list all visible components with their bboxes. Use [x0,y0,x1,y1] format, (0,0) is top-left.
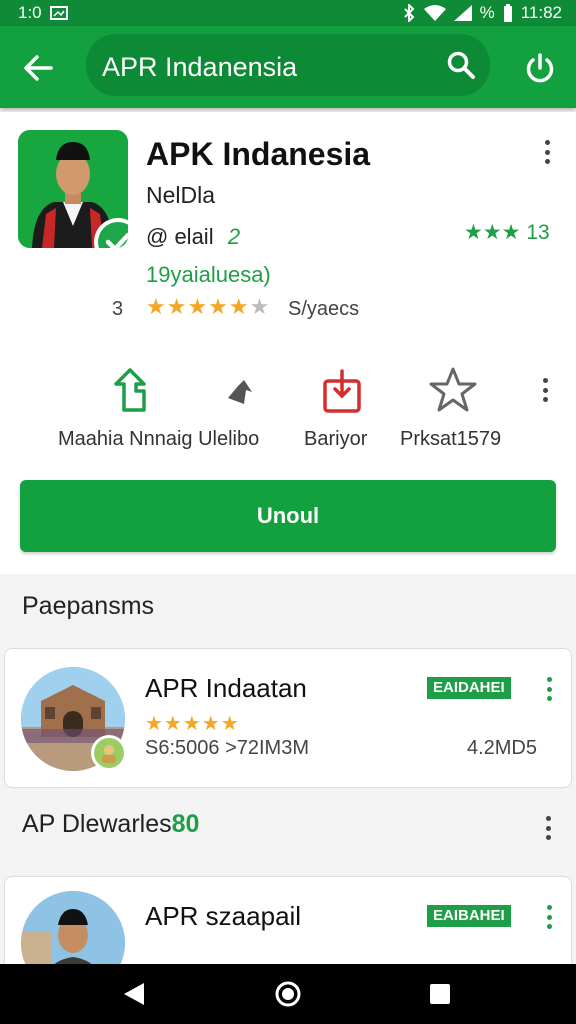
kebab-icon [546,905,552,910]
app-subtitle: 19yaialuesa) [146,262,271,287]
wishlist-button[interactable] [425,362,481,418]
rating-number: 3 [112,298,124,320]
list-item-badge: EAIDAHEI [427,677,511,699]
nav-recents-button[interactable] [424,978,456,1010]
list-item-avatar-badge [91,735,127,771]
app-rating-summary-stars: ★★★ [464,221,521,244]
bluetooth-icon [403,4,415,22]
power-button[interactable] [520,48,560,88]
rating-stars-empty: ★ [249,294,271,319]
list-item-meta: S6:5006 >72IM3M [145,737,309,759]
notification-icon [49,6,68,20]
app-rating-summary: ★★★ 13 [464,220,550,245]
status-bar: 1:0 % 11:82 [0,0,576,26]
share-button[interactable] [102,362,158,418]
action-label-bookmark[interactable]: Bariyor [304,428,367,451]
list-item-title: APR Indaatan [145,673,307,703]
star-outline-icon [429,367,477,412]
app-developer[interactable]: NelDla [146,182,215,209]
section2-name: AP Dlewarles [22,810,172,838]
bookmark-icon [323,369,361,413]
rating-stars: ★★★★★★ [146,294,270,320]
back-arrow-icon [24,55,53,81]
system-nav-bar [0,964,576,1024]
app-title: APK Indanesia [146,136,371,172]
app-rating-summary-value: 13 [526,221,550,244]
list-item-stars: ★★★★★ [145,713,240,735]
avatar-icon [102,745,116,763]
app-detail-card: APK Indanesia NelDla @ elail 2 ★★★ 13 19… [0,112,576,574]
list-item-badge: EAIBAHEI [427,905,511,927]
list-item-more-button[interactable] [539,671,559,707]
nav-home-button[interactable] [272,978,304,1010]
square-recents-icon [430,984,450,1004]
search-query: APR Indanensia [102,52,298,82]
nav-back-button[interactable] [118,978,150,1010]
battery-percent-icon: % [479,3,495,22]
status-left-text: 1:0 [18,3,42,22]
search-icon[interactable] [446,50,476,80]
back-button[interactable] [18,48,58,88]
rating-meta: S/yaecs [288,298,360,320]
app-more-button[interactable] [537,134,557,170]
list-item-size: 4.2MD5 [466,737,537,759]
triangle-back-icon [124,983,144,1005]
rating-stars-filled: ★★★★★ [146,294,250,319]
install-button[interactable]: Unoul [20,480,556,552]
kebab-icon [546,677,552,682]
kebab-icon [544,140,550,145]
wifi-icon [423,5,446,21]
circle-home-icon [275,981,301,1007]
action-label-wishlist[interactable]: Prksat1579 [400,428,501,451]
action-row: Maahia Nnnaig Ulelibo Bariyor Prksat1579 [0,362,576,462]
kebab-icon [545,816,551,821]
section-title: Paepansms [22,592,155,620]
signal-icon [453,5,472,21]
power-icon [526,53,554,83]
list-item-title: APR szaapail [145,901,302,931]
section2-title: AP Dlewarles80 [22,810,199,839]
battery-icon [503,4,512,22]
list-item[interactable]: APR Indaatan EAIDAHEI ★★★★★ S6:5006 >72I… [4,648,572,788]
section2-count: 80 [171,810,200,838]
list-item-more-button[interactable] [539,899,559,935]
share-icon [114,368,146,412]
action-label-share[interactable]: Maahia Nnnaig Ulelibo [58,428,259,451]
forward-button[interactable] [212,362,268,418]
bookmark-button[interactable] [314,362,370,418]
verified-check-icon [105,232,128,248]
app-icon [18,130,128,248]
kebab-icon [542,378,548,383]
forward-icon [228,380,252,404]
app-email-count: 2 [226,224,241,249]
section2-more-button[interactable] [538,810,558,846]
search-input[interactable]: APR Indanensia [86,34,490,96]
app-bar: APR Indanensia [0,26,576,108]
app-email: @ elail [146,224,214,249]
status-time: 11:82 [520,3,562,22]
actions-more-button[interactable] [535,372,555,408]
